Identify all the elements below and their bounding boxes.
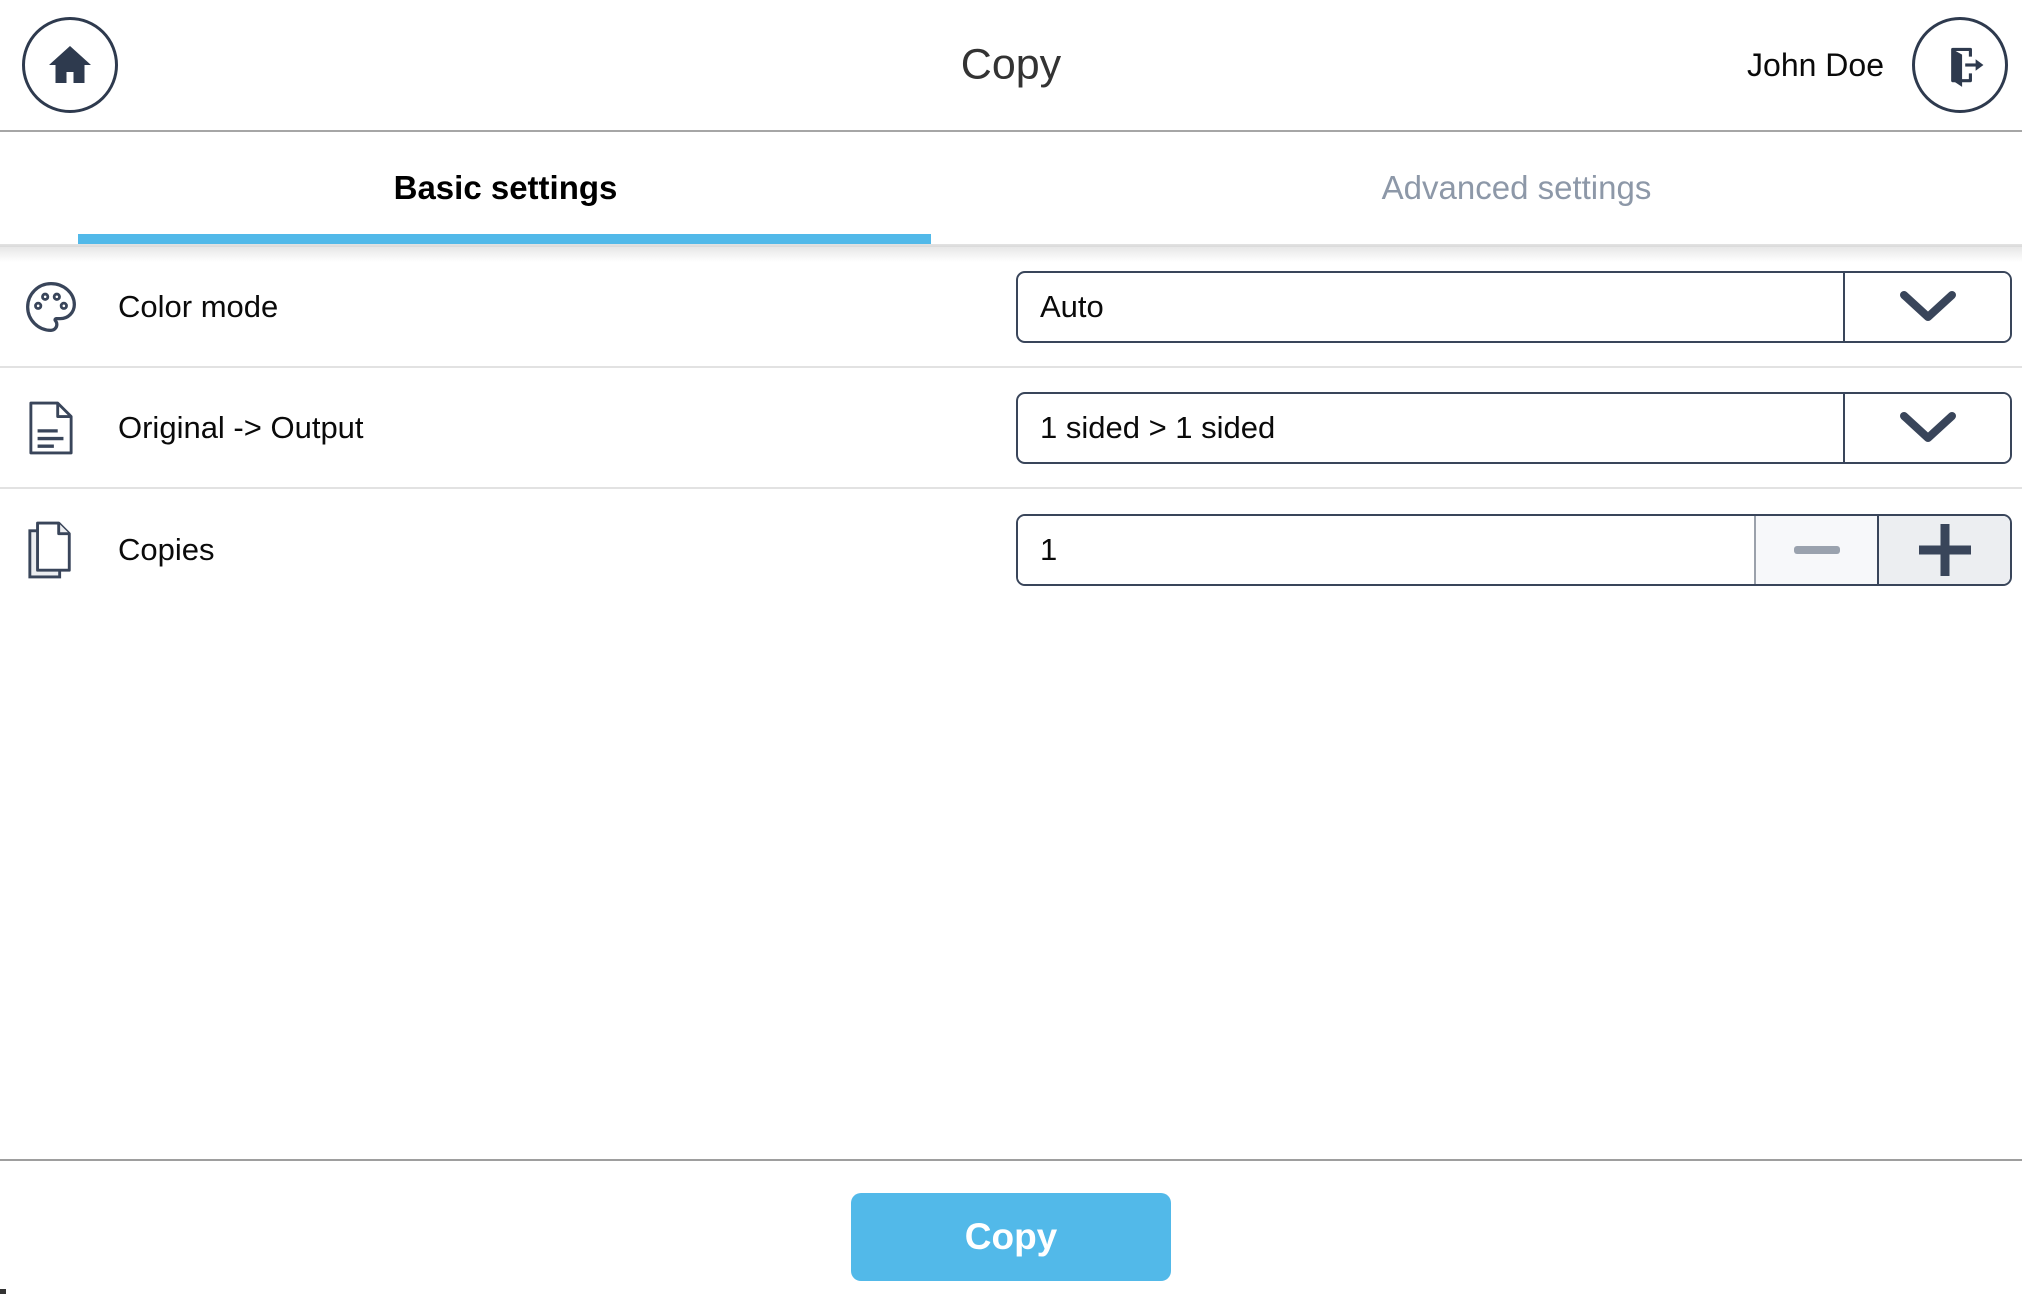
copy-app-screen: Copy John Doe Basic settings Adva [0,0,2022,1294]
page-title: Copy [0,41,2022,90]
header-bar: Copy John Doe [0,0,2022,132]
chevron-down-icon [1897,289,1959,325]
content-spacer [0,610,2022,1159]
row-copies: Copies [0,489,2022,610]
copies-label: Copies [118,532,1016,568]
color-mode-value: Auto [1018,273,1843,341]
row-color-mode: Color mode Auto [0,247,2022,368]
copies-decrease-button[interactable] [1754,516,1877,584]
copies-increase-button[interactable] [1877,516,2010,584]
home-icon [46,41,94,89]
copies-icon [22,520,80,580]
document-icon [22,400,80,456]
tab-basic-settings-label: Basic settings [394,169,618,207]
color-mode-dropdown-button[interactable] [1843,273,2010,341]
tab-advanced-settings-label: Advanced settings [1382,169,1652,207]
footer-bar: Copy [0,1159,2022,1294]
row-original-output: Original -> Output 1 sided > 1 sided [0,368,2022,489]
palette-icon [22,279,80,335]
tab-basic-settings[interactable]: Basic settings [0,132,1011,244]
chevron-down-icon [1897,410,1959,446]
settings-tabbar: Basic settings Advanced settings [0,132,2022,247]
tab-advanced-settings[interactable]: Advanced settings [1011,132,2022,244]
original-output-select[interactable]: 1 sided > 1 sided [1016,392,2012,464]
color-mode-select[interactable]: Auto [1016,271,2012,343]
header-user-area: John Doe [1747,17,2008,113]
original-output-dropdown-button[interactable] [1843,394,2010,462]
plus-icon [1918,523,1972,577]
home-button[interactable] [22,17,118,113]
original-output-value: 1 sided > 1 sided [1018,394,1843,462]
logout-icon [1935,40,1985,90]
active-tab-underline [78,234,931,244]
minus-icon [1794,545,1840,555]
original-output-label: Original -> Output [118,410,1016,446]
screen-artifact [0,1289,6,1294]
logout-button[interactable] [1912,17,2008,113]
color-mode-label: Color mode [118,289,1016,325]
copy-button[interactable]: Copy [851,1193,1171,1281]
copies-stepper [1016,514,2012,586]
copies-input[interactable] [1018,516,1754,584]
settings-list: Color mode Auto [0,247,2022,610]
user-name: John Doe [1747,47,1884,84]
